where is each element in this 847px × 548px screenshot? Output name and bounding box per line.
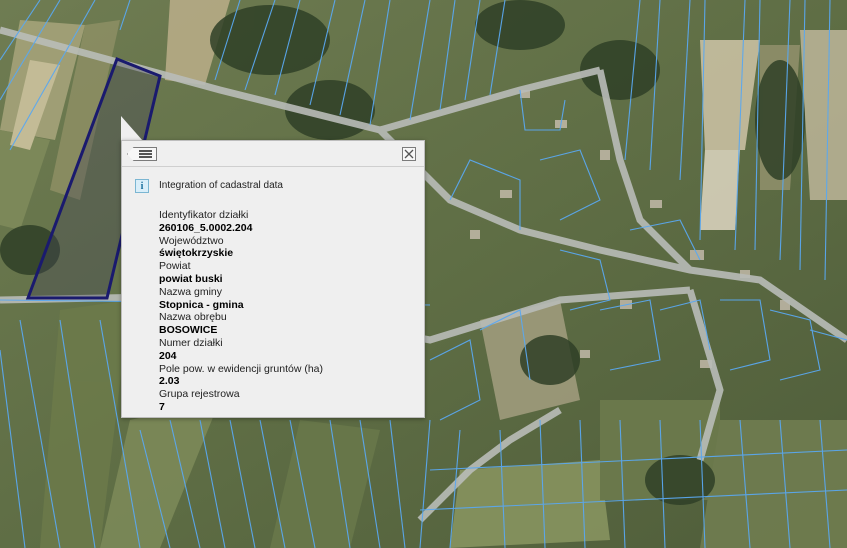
field-label: Identyfikator działki: [159, 209, 249, 221]
field-label: Grupa rejestrowa: [159, 388, 240, 401]
close-icon[interactable]: [402, 147, 416, 161]
info-icon[interactable]: i: [135, 179, 149, 193]
popup-titlebar: [122, 141, 424, 167]
popup-pointer: [121, 116, 143, 141]
field-label: Numer działki: [159, 336, 223, 349]
field-value: BOSOWICE: [159, 324, 218, 337]
list-back-icon[interactable]: [127, 147, 157, 161]
layer-title: Integration of cadastral data: [159, 180, 283, 191]
field-label: Powiat: [159, 260, 191, 273]
field-value: 204: [159, 349, 177, 362]
field-value: powiat buski: [159, 272, 223, 285]
field-label: Nazwa obrębu: [159, 311, 227, 324]
field-value: 7: [159, 400, 165, 413]
field-value: 260106_5.0002.204: [159, 221, 253, 234]
attribute-list: Identyfikator działki 260106_5.0002.204 …: [159, 209, 419, 414]
field-value: Stopnica - gmina: [159, 298, 244, 311]
identify-popup: i Integration of cadastral data Identyfi…: [121, 140, 425, 418]
field-label: Pole pow. w ewidencji gruntów (ha): [159, 362, 324, 375]
field-label: Nazwa gminy: [159, 285, 223, 298]
field-value: 2.03: [159, 375, 180, 388]
field-value: świętokrzyskie: [159, 247, 234, 260]
field-label: Województwo: [159, 234, 224, 247]
